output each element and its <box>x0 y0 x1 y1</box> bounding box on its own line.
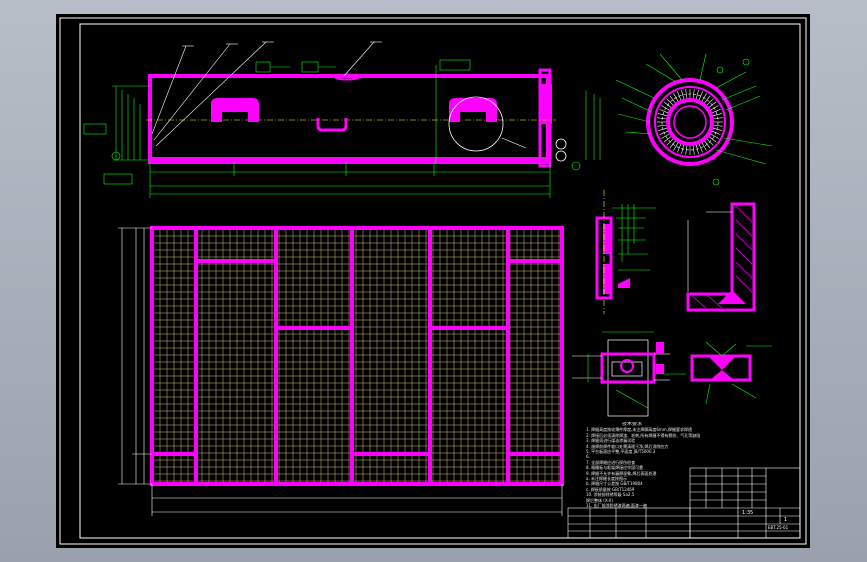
flange-hatch-tick <box>692 89 695 99</box>
cad-viewport[interactable]: 1:35 1 EBT.25-01 技术要求 1. 焊缝高度按较薄件厚度,未注焊脚… <box>56 14 810 548</box>
flange-hatch-tick <box>713 117 723 120</box>
side-elevation-view <box>83 41 601 198</box>
flange-hatch-tick <box>661 133 670 139</box>
flange-section-view <box>615 53 773 186</box>
flange-hatch-tick <box>712 130 721 135</box>
technical-notes: 技术要求 1. 焊缝高度按较薄件厚度,未注焊脚高度6mm,焊缝要求焊透 2. 焊… <box>586 422 746 509</box>
title-block-code: EBT.25-01 <box>768 525 789 530</box>
flange-hatch-tick <box>673 93 679 102</box>
flange-hatch-tick <box>692 145 695 155</box>
v-groove-weld-detail <box>662 341 772 405</box>
boss-section-detail <box>572 331 670 417</box>
flange-hatch-tick <box>713 113 722 117</box>
flange-hatch-tick <box>658 113 667 117</box>
flange-hatch-tick <box>677 144 682 153</box>
flange-hatch-tick <box>663 101 672 108</box>
title-block-sheet: 1 <box>784 517 787 523</box>
flange-hatch-tick <box>713 124 723 127</box>
note-line: 11. 出厂前涂防锈漆两遍,面漆一遍 <box>586 503 647 509</box>
title-block-scale: 1:35 <box>742 510 753 516</box>
flange-hatch-tick <box>698 144 703 153</box>
weld-corner-detail <box>686 202 756 312</box>
flange-hatch-tick <box>706 138 714 146</box>
flange-hatch-tick <box>710 133 719 139</box>
flange-hatch-tick <box>695 90 699 99</box>
flange-hatch-tick <box>657 117 667 120</box>
flange-hatch-tick <box>666 138 674 146</box>
flange-hatch-tick <box>666 98 674 106</box>
lug-section-detail <box>595 190 656 314</box>
flange-hatch-tick <box>685 89 688 99</box>
flange-hatch-tick <box>706 98 714 106</box>
flange-hatch-tick <box>685 145 688 155</box>
flange-hatch-tick <box>657 124 667 127</box>
flange-hatch-tick <box>704 95 711 104</box>
flange-hatch-tick <box>708 101 717 108</box>
plan-view-grating <box>118 226 564 516</box>
